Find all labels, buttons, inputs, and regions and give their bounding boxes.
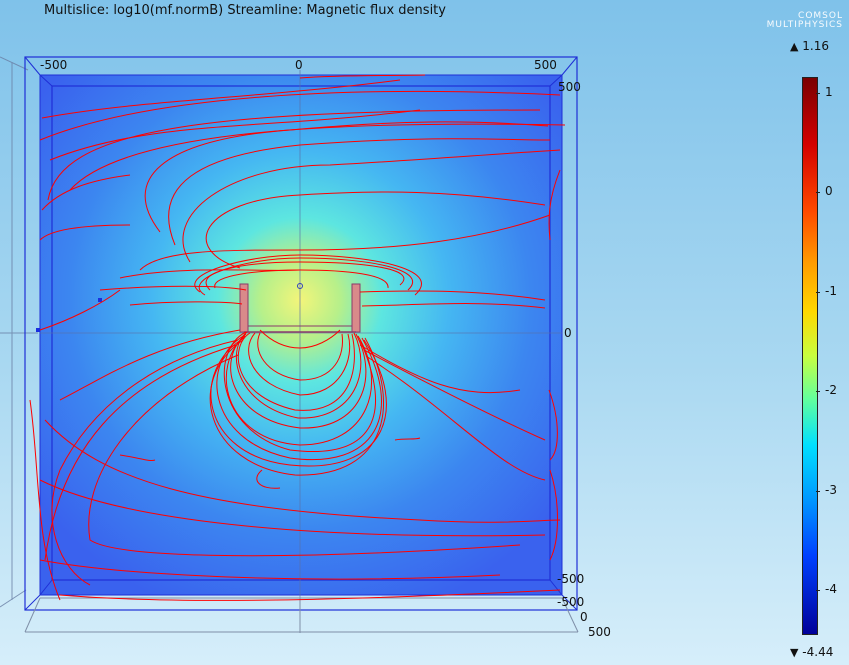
colorbar-tick-neg4: -4 bbox=[825, 582, 837, 596]
colorbar-tickmark bbox=[816, 292, 820, 293]
colorbar-tickmark bbox=[816, 491, 820, 492]
colorbar-tick-neg2: -2 bbox=[825, 383, 837, 397]
colorbar-max-value: 1.16 bbox=[802, 39, 830, 53]
colorbar-min: ▼ -4.44 bbox=[790, 645, 833, 659]
colorbar-tick-1: 1 bbox=[825, 85, 833, 99]
colorbar-tickmark bbox=[816, 192, 820, 193]
colorbar-tickmark bbox=[816, 590, 820, 591]
up-triangle-icon: ▲ bbox=[790, 40, 799, 53]
colorbar bbox=[802, 77, 818, 635]
colorbar-min-value: -4.44 bbox=[802, 645, 834, 659]
colorbar-tick-0: 0 bbox=[825, 184, 833, 198]
x-tick-right: 500 bbox=[534, 58, 557, 72]
colorbar-tick-neg3: -3 bbox=[825, 483, 837, 497]
field-slice bbox=[40, 75, 562, 595]
z-tick-pos: 500 bbox=[588, 625, 611, 639]
colorbar-tickmark bbox=[816, 93, 820, 94]
ground-grid bbox=[24, 597, 579, 633]
y-tick-center: 0 bbox=[564, 326, 572, 340]
colorbar-tick-neg1: -1 bbox=[825, 284, 837, 298]
z-tick-neg: -500 bbox=[557, 595, 584, 609]
y-tick-top: 500 bbox=[558, 80, 581, 94]
3d-viewport[interactable]: -500 0 500 500 0 -500 -500 0 500 bbox=[0, 0, 760, 665]
x-tick-center: 0 bbox=[295, 58, 303, 72]
logo-line-2: MULTIPHYSICS bbox=[766, 20, 843, 30]
comsol-logo: COMSOL MULTIPHYSICS bbox=[767, 12, 843, 30]
z-tick-zero: 0 bbox=[580, 610, 588, 624]
down-triangle-icon: ▼ bbox=[790, 646, 799, 659]
colorbar-max: ▲ 1.16 bbox=[790, 39, 829, 53]
y-tick-bottom: -500 bbox=[557, 572, 584, 586]
colorbar-tickmark bbox=[816, 391, 820, 392]
left-grid bbox=[0, 56, 38, 608]
x-tick-left: -500 bbox=[40, 58, 67, 72]
